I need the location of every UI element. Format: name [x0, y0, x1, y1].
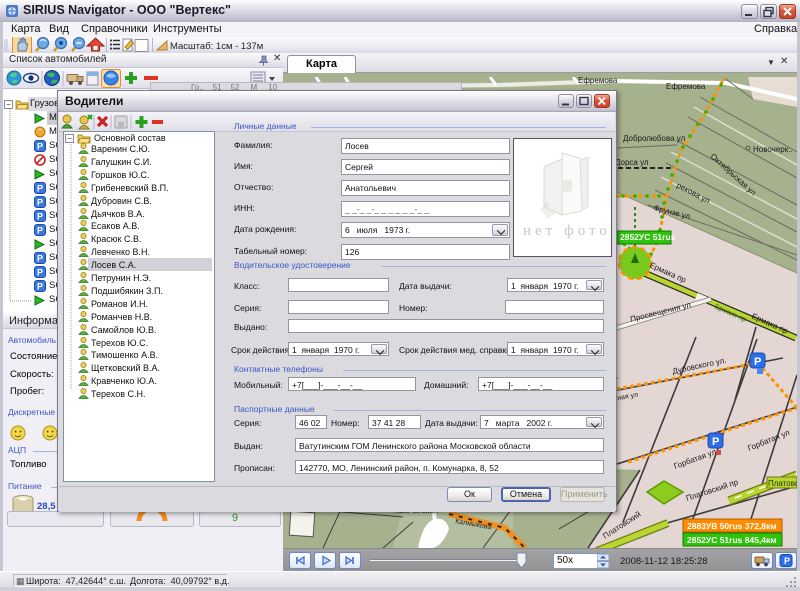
svg-text:P: P — [37, 142, 43, 152]
svg-text:Ефремова: Ефремова — [578, 77, 618, 85]
svg-text:P: P — [37, 226, 43, 236]
svg-text:P: P — [37, 282, 43, 292]
svg-text:P: P — [37, 254, 43, 264]
svg-text:Ефремова: Ефремова — [666, 82, 706, 91]
svg-text:P: P — [784, 556, 790, 566]
svg-text:Новочерк..: Новочерк.. — [753, 145, 793, 154]
svg-text:2852УС 51rus 845,4км: 2852УС 51rus 845,4км — [687, 535, 777, 545]
svg-text:P: P — [37, 212, 43, 222]
svg-text:P: P — [712, 436, 719, 448]
svg-text:P: P — [754, 356, 761, 368]
svg-text:P: P — [37, 198, 43, 208]
svg-text:2883УВ 50rus 372,8км: 2883УВ 50rus 372,8км — [687, 521, 777, 531]
svg-text:Платовская: Платовская — [768, 479, 797, 488]
svg-text:P: P — [37, 268, 43, 278]
svg-text:Добролюбова ул: Добролюбова ул — [623, 134, 686, 143]
svg-text:Дорса ул: Дорса ул — [615, 158, 649, 167]
svg-text:P: P — [37, 184, 43, 194]
svg-text:2852УС 51rus: 2852УС 51rus — [620, 232, 676, 242]
